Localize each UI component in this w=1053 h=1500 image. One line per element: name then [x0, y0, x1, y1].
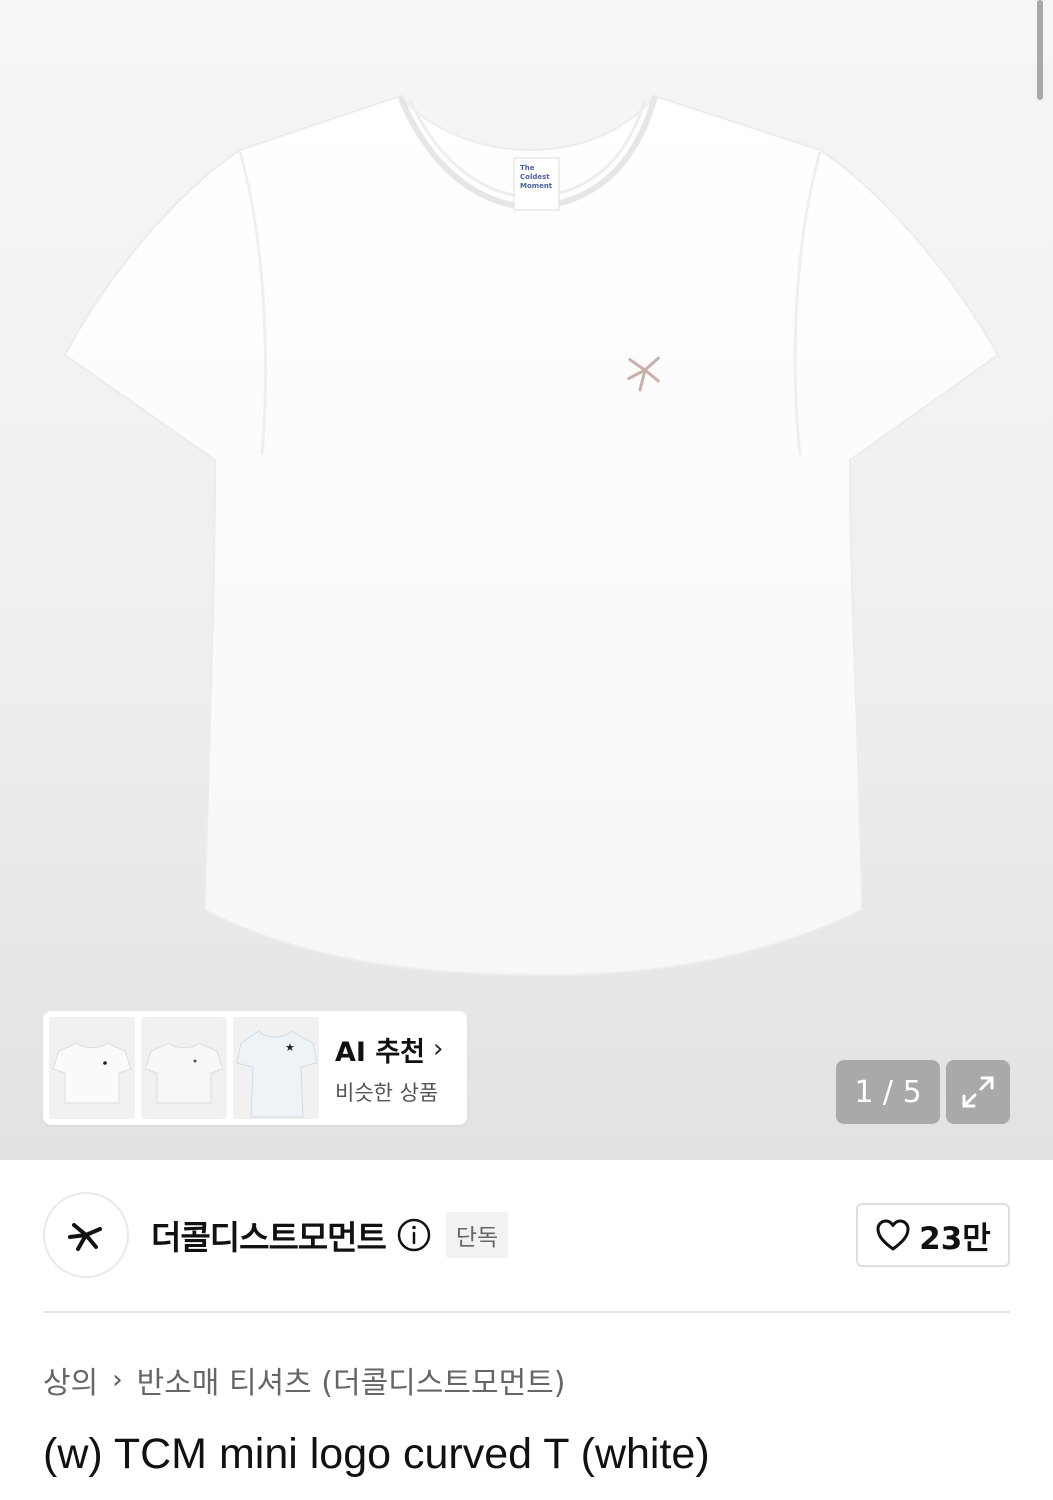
brand-logo-button[interactable]: [43, 1192, 129, 1278]
ai-recommend-title: AI 추천: [335, 1036, 426, 1068]
brand-logo-icon: [68, 1223, 102, 1251]
product-title: (w) TCM mini logo curved T (white): [43, 1430, 710, 1478]
brand-name[interactable]: 더콜디스트모먼트: [151, 1211, 387, 1259]
ai-recommend-subtitle: 비슷한 상품: [335, 1080, 439, 1105]
divider: [43, 1311, 1010, 1313]
scrollbar[interactable]: [1037, 0, 1043, 100]
expand-image-button[interactable]: [946, 1060, 1010, 1124]
svg-text:Moment: Moment: [520, 182, 553, 190]
chevron-right-icon: ›: [112, 1365, 123, 1395]
tshirt-thumbnail-image: [144, 1042, 224, 1104]
similar-product-thumbnail[interactable]: ★: [233, 1017, 319, 1119]
svg-text:The: The: [520, 164, 535, 172]
breadcrumb-category[interactable]: 상의: [43, 1358, 98, 1402]
product-image: The Coldest Moment: [63, 94, 1000, 977]
similar-product-thumbnail[interactable]: [49, 1017, 135, 1119]
info-icon[interactable]: [396, 1217, 432, 1253]
similar-product-thumbnail[interactable]: [141, 1017, 227, 1119]
expand-icon: [962, 1076, 994, 1108]
chevron-right-icon: ›: [433, 1034, 444, 1064]
svg-text:★: ★: [285, 1041, 295, 1054]
ai-recommendation-card[interactable]: ★ AI 추천 › 비슷한 상품: [43, 1011, 467, 1125]
product-image-gallery[interactable]: The Coldest Moment: [0, 0, 1053, 1160]
breadcrumb-subcategory[interactable]: 반소매 티셔츠 (더콜디스트모먼트): [137, 1358, 566, 1402]
tshirt-thumbnail-image: [52, 1042, 132, 1104]
image-pager: 1 / 5: [836, 1060, 940, 1124]
breadcrumb: 상의 › 반소매 티셔츠 (더콜디스트모먼트): [43, 1358, 566, 1402]
heart-icon: [876, 1219, 910, 1251]
brand-row: 더콜디스트모먼트 단독 23만: [43, 1192, 1010, 1278]
tshirt-thumbnail-image: ★: [236, 1030, 318, 1118]
exclusive-badge: 단독: [445, 1212, 509, 1258]
like-count: 23만: [919, 1220, 991, 1257]
svg-text:Coldest: Coldest: [520, 173, 550, 181]
like-button[interactable]: 23만: [856, 1203, 1010, 1267]
